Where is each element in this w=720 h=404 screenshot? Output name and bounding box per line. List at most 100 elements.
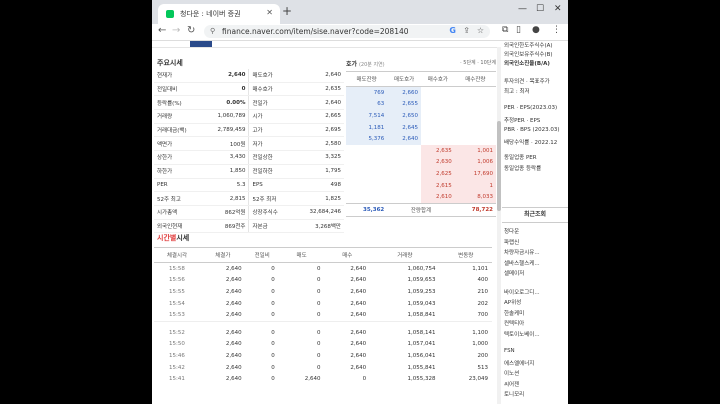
quote-row: 거래대금(백) 2,789,459 고가 2,695 (154, 123, 344, 138)
trade-value: 0 (316, 364, 321, 371)
recent-stock-link[interactable]: 청다운 (504, 227, 519, 235)
ask-price: 2,650 (387, 110, 421, 122)
recent-stock-link[interactable]: 토니모리 (504, 390, 524, 398)
bid-total: 78,722 (454, 202, 496, 217)
maximize-icon[interactable]: ☐ (536, 4, 544, 14)
empty-cell (346, 191, 387, 203)
recent-stock-link[interactable]: 한솔케미 (504, 309, 524, 317)
forward-icon[interactable]: → (172, 25, 180, 36)
minimize-icon[interactable]: — (518, 4, 527, 14)
trade-time: 15:41 (169, 376, 185, 383)
bookmark-star-icon[interactable]: ☆ (477, 26, 484, 35)
divider (152, 47, 497, 48)
recent-stock-link[interactable]: AP위성 (504, 298, 521, 306)
profile-avatar-icon[interactable]: ● (532, 25, 540, 35)
trade-value: 0 (271, 329, 275, 336)
ask-volume: 63 (346, 98, 388, 111)
quote-label: 시가총액 (154, 205, 208, 220)
trade-value: 0 (271, 265, 275, 272)
scrollbar-thumb[interactable] (497, 121, 501, 211)
quote-title-text: 주요시세 (157, 59, 183, 67)
order-book-header: 매수잔량 (454, 71, 496, 87)
recent-stock-link[interactable]: 이노션 (504, 369, 519, 377)
trade-value: 1,059,653 (407, 277, 436, 284)
trade-value: 1,056,041 (407, 352, 436, 359)
recent-stock-link[interactable]: 차량자금시유... (504, 248, 540, 256)
trade-value: 0 (271, 300, 275, 307)
trade-value: 210 (477, 288, 489, 295)
time-price-header: 체결시각 (154, 247, 200, 263)
ask-volume: 7,514 (346, 110, 388, 122)
trade-value: 2,640 (225, 352, 242, 359)
close-window-icon[interactable]: ✕ (554, 4, 562, 14)
empty-cell (421, 87, 455, 99)
new-tab-button[interactable]: + (282, 4, 292, 18)
recent-stock-link[interactable]: 파랩신 (504, 238, 519, 246)
trade-value: 0 (316, 352, 321, 359)
share-icon[interactable]: ⇪ (463, 26, 470, 35)
quote-value: 3,325 (302, 150, 344, 165)
site-info-icon[interactable]: ⚲ (210, 27, 215, 35)
trade-value: 0 (271, 376, 275, 383)
back-icon[interactable]: ← (158, 25, 166, 36)
scrollbar-track[interactable] (497, 47, 501, 404)
trade-time: 15:56 (169, 277, 185, 284)
close-tab-icon[interactable]: ✕ (266, 8, 273, 17)
analyst-label: 최고 : 최저 (504, 89, 530, 95)
recent-stock-link[interactable]: 바이오로그디... (504, 288, 540, 296)
recent-stock-link[interactable]: 텍토이노베이... (504, 330, 540, 338)
recent-stock-link[interactable]: 씨어젠 (504, 380, 519, 388)
quote-label: 상한가 (154, 150, 208, 165)
trade-value: 2,640 (350, 288, 367, 295)
browser-tab[interactable]: 청다운 : 네이버 증권 ✕ (158, 4, 280, 24)
trade-value: 2,640 (225, 341, 242, 348)
empty-cell (455, 122, 496, 134)
quote-value: 2,635 (302, 82, 344, 97)
analyst-label: 투자의견 · 목표주가 (504, 79, 550, 85)
foreign-ownership-label: 외국인한도주식수(A) (504, 43, 553, 49)
trade-value: 0 (316, 300, 321, 307)
time-price-header: 매도 (278, 247, 325, 263)
recent-stock-link[interactable]: 에스엘에너지 (504, 359, 534, 367)
quote-value: 498 (302, 178, 344, 193)
google-icon[interactable]: G (449, 26, 456, 35)
quote-value: 2,640 (302, 69, 344, 83)
recent-stock-link[interactable]: FSN (504, 348, 515, 354)
trade-value: 0 (316, 265, 321, 272)
quote-label: 저가 (248, 136, 303, 152)
depth-toggle[interactable]: · 5단계 · 10단계 (460, 59, 496, 66)
address-bar[interactable]: ⚲ finance.naver.com/item/sise.naver?code… (204, 25, 490, 38)
recent-stock-link[interactable]: 셀메이저 (504, 269, 524, 277)
ask-volume: 769 (346, 86, 388, 99)
trade-time: 15:52 (169, 329, 185, 336)
recent-stock-link[interactable]: 컨텍티아 (504, 319, 524, 327)
ask-row: 63 2,655 (346, 98, 496, 111)
extensions-icon[interactable]: ⧉ (502, 25, 508, 35)
empty-cell (387, 168, 421, 180)
order-book-summary: 35,362 잔량합계 78,722 (346, 202, 496, 217)
trade-value: 0 (271, 341, 275, 348)
sidepanel-icon[interactable]: ▯ (516, 25, 521, 35)
recent-stock-link[interactable]: 셀바스헬스케... (504, 259, 540, 267)
ask-price: 2,660 (387, 86, 421, 99)
trade-value: 0 (316, 341, 321, 348)
ask-price: 2,655 (387, 98, 421, 111)
quote-value: 1,795 (302, 164, 344, 179)
quote-row: 현재가 2,640 매도호가 2,640 (154, 69, 344, 83)
time-price-title-red: 시간별 (157, 234, 177, 242)
reload-icon[interactable]: ↻ (187, 25, 195, 36)
trade-value: 200 (477, 352, 489, 359)
quote-label: 시가 (248, 109, 303, 124)
quote-label: 52주 최고 (154, 191, 208, 206)
trade-value: 2,640 (350, 341, 367, 348)
trade-value: 2,640 (350, 265, 367, 272)
sector-label: 동일업종 PER (504, 155, 537, 161)
trade-value: 1,055,841 (407, 364, 436, 371)
empty-cell (455, 87, 496, 99)
ask-row: 7,514 2,650 (346, 110, 496, 122)
trade-value: 2,640 (225, 288, 242, 295)
bid-volume: 1,001 (454, 144, 496, 157)
trade-value: 0 (316, 329, 321, 336)
menu-kebab-icon[interactable]: ⋮ (552, 25, 561, 35)
time-price-row: 15:55 2,640 0 0 2,640 1,059,253 210 (154, 286, 492, 298)
